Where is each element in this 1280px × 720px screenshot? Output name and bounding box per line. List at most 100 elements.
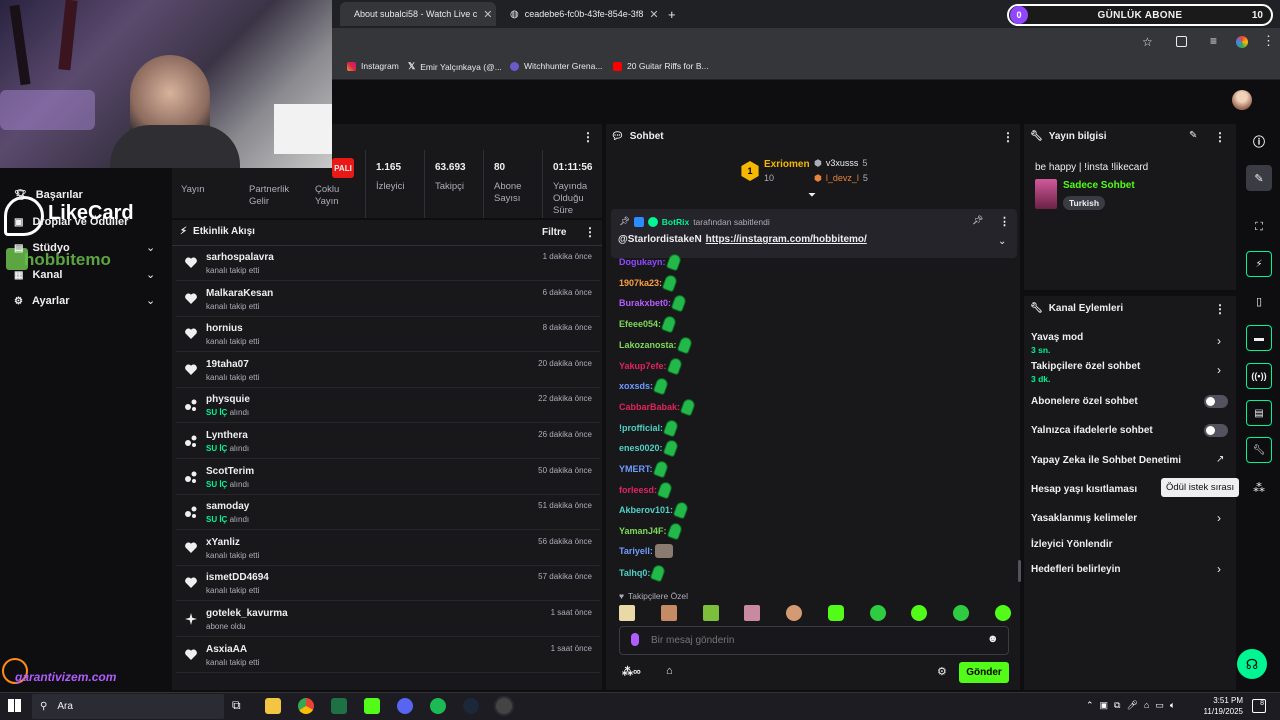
activity-username[interactable]: samoday: [206, 501, 249, 512]
activity-username[interactable]: hornius: [206, 323, 243, 334]
pinned-link[interactable]: https://instagram.com/hobbitemo/: [706, 234, 867, 245]
chat-username[interactable]: Efeee054:: [619, 319, 661, 329]
microphone-icon[interactable]: [631, 633, 639, 646]
emote-icon[interactable]: [869, 605, 886, 621]
emote-icon[interactable]: [911, 605, 928, 621]
emote-icon[interactable]: [702, 605, 719, 621]
leaderboard-entry[interactable]: ⬢ v3xusss 5: [814, 158, 867, 169]
emote-icon[interactable]: [619, 605, 635, 621]
star-icon[interactable]: ☆: [1142, 35, 1153, 49]
windows-start-icon[interactable]: [8, 699, 21, 712]
support-icon[interactable]: ☊: [1237, 649, 1267, 679]
chat-username[interactable]: Tariyell:: [619, 546, 653, 556]
reward-queue-icon[interactable]: ⁂: [1246, 475, 1272, 501]
send-button[interactable]: Gönder: [959, 662, 1009, 683]
action-slow-mode[interactable]: Yavaş mod 3 sn.: [1031, 332, 1083, 355]
activity-username[interactable]: Lynthera: [206, 430, 248, 441]
edit-icon[interactable]: ✎: [1189, 130, 1197, 141]
kick-app-icon[interactable]: [364, 698, 380, 714]
leaderboard-entry[interactable]: ⬢ l_devz_l 5: [814, 173, 868, 184]
chat-message[interactable]: 1907ka23:: [619, 273, 679, 293]
nav-studio[interactable]: ▤ Stüdyo: [14, 242, 70, 254]
chat-message[interactable]: Yakup7efe:: [619, 355, 683, 376]
file-explorer-icon[interactable]: [265, 698, 281, 714]
more-options-icon[interactable]: ⋮: [1214, 130, 1226, 144]
activity-item[interactable]: 19taha07 kanalı takip etti 20 dakika önce: [176, 353, 600, 388]
chat-username[interactable]: Yakup7efe:: [619, 361, 667, 371]
action-raid[interactable]: İzleyici Yönlendir: [1031, 539, 1113, 550]
action-emote-only[interactable]: Yalnızca ifadelerle sohbet: [1031, 425, 1153, 436]
top-gifter-name[interactable]: Exriomen: [764, 159, 810, 170]
activity-item[interactable]: ScotTerim SU İÇ alındı 50 dakika önce: [176, 460, 600, 495]
activity-item[interactable]: xYanliz kanalı takip etti 56 dakika önce: [176, 531, 600, 566]
discord-icon[interactable]: [397, 698, 413, 714]
category-thumbnail[interactable]: [1035, 179, 1057, 209]
emote-icon[interactable]: [744, 605, 761, 621]
chat-bubble-icon[interactable]: ▬: [1246, 325, 1272, 351]
system-tray-icons[interactable]: ⌃▣⧉🎤︎⌂▭🔈︎: [1086, 700, 1181, 711]
collapse-icon[interactable]: ⏷: [808, 190, 816, 201]
media-icon[interactable]: ≡: [1210, 34, 1217, 48]
chat-username[interactable]: xoxsds:: [619, 381, 653, 391]
obs-icon[interactable]: [496, 698, 512, 714]
chat-message[interactable]: Tariyell:: [619, 543, 673, 558]
chevron-down-icon[interactable]: ⌄: [146, 241, 155, 254]
chat-username[interactable]: 1907ka23:: [619, 278, 662, 288]
store-icon[interactable]: ⌂: [666, 665, 673, 677]
chat-message[interactable]: enes0020:: [619, 438, 679, 458]
chat-username[interactable]: Akberov101:: [619, 505, 673, 515]
chat-scrollbar[interactable]: [1018, 560, 1021, 582]
chat-username[interactable]: Dogukayn:: [619, 257, 666, 267]
more-options-icon[interactable]: ⋮: [582, 130, 594, 144]
action-banned-words[interactable]: Yasaklanmış kelimeler: [1031, 513, 1137, 524]
chat-message[interactable]: forleesd:: [619, 480, 674, 500]
activity-username[interactable]: AsxiaAA: [206, 644, 247, 655]
chevron-right-icon[interactable]: ›: [1217, 562, 1221, 576]
chevron-down-icon[interactable]: ⌄: [146, 294, 155, 307]
activity-item[interactable]: ismetDD4694 kanalı takip etti 57 dakika ön…: [176, 566, 600, 602]
lightning-icon[interactable]: ⚡︎: [1246, 251, 1272, 277]
activity-username[interactable]: gotelek_kavurma: [206, 608, 288, 619]
more-options-icon[interactable]: ⋮: [1214, 302, 1226, 316]
chat-username[interactable]: YamanJ4F:: [619, 526, 667, 536]
activity-item[interactable]: hornius kanalı takip etti 8 dakika önce: [176, 317, 600, 353]
notification-icon[interactable]: 8: [1252, 699, 1266, 713]
action-ai-moderation[interactable]: Yapay Zeka ile Sohbet Denetimi: [1031, 455, 1181, 466]
chat-username[interactable]: Burakxbet0:: [619, 298, 671, 308]
bookmark-instagram[interactable]: Instagram: [347, 61, 399, 71]
chat-message-input[interactable]: [651, 632, 971, 649]
chat-username[interactable]: forleesd:: [619, 485, 657, 495]
chat-message[interactable]: YamanJ4F:: [619, 521, 683, 541]
taskbar-clock[interactable]: 3:51 PM 11/19/2025: [1203, 695, 1243, 717]
chat-message[interactable]: Akberov101:: [619, 500, 690, 520]
activity-item[interactable]: Lynthera SU İÇ alındı 26 dakika önce: [176, 424, 600, 459]
close-tab-icon[interactable]: ✕: [483, 8, 492, 21]
emote-icon[interactable]: [827, 605, 844, 621]
bookmark-youtube[interactable]: 20 Guitar Riffs for B...: [613, 61, 709, 71]
nav-achievements[interactable]: 🏆︎ Başarılar: [14, 189, 83, 201]
chat-username[interactable]: CabbarBabak:: [619, 402, 680, 412]
external-link-icon[interactable]: ↗: [1216, 454, 1224, 465]
action-follower-only[interactable]: Takipçilere özel sohbet 3 dk.: [1031, 361, 1140, 384]
activity-username[interactable]: physquie: [206, 394, 250, 405]
activity-username[interactable]: sarhospalavra: [206, 252, 274, 263]
document-icon[interactable]: ▯: [1246, 288, 1272, 314]
activity-username[interactable]: 19taha07: [206, 359, 249, 370]
activity-username[interactable]: ismetDD4694: [206, 572, 269, 583]
chat-message[interactable]: CabbarBabak:: [619, 397, 697, 417]
action-account-age[interactable]: Hesap yaşı kısıtlaması: [1031, 484, 1137, 495]
wrench-icon[interactable]: 🔧︎: [1246, 437, 1272, 463]
chevron-right-icon[interactable]: ›: [1217, 363, 1221, 377]
chat-username[interactable]: enes0020:: [619, 443, 663, 453]
chat-username[interactable]: !profficial:: [619, 423, 663, 433]
activity-username[interactable]: xYanliz: [206, 537, 240, 548]
bookmark-x[interactable]: 𝕏 Emir Yalçınkaya (@...: [408, 61, 502, 72]
action-goals[interactable]: Hedefleri belirleyin: [1031, 564, 1120, 575]
close-tab-icon[interactable]: ✕: [649, 8, 658, 21]
more-options-icon[interactable]: ⋮: [1002, 130, 1014, 144]
reward-icon[interactable]: ⁂∞: [622, 665, 641, 678]
emote-icon[interactable]: [660, 605, 677, 621]
chat-username[interactable]: Talhq0:: [619, 568, 650, 578]
category-name[interactable]: Sadece Sohbet: [1063, 180, 1135, 191]
chat-message[interactable]: Talhq0:: [619, 562, 667, 583]
